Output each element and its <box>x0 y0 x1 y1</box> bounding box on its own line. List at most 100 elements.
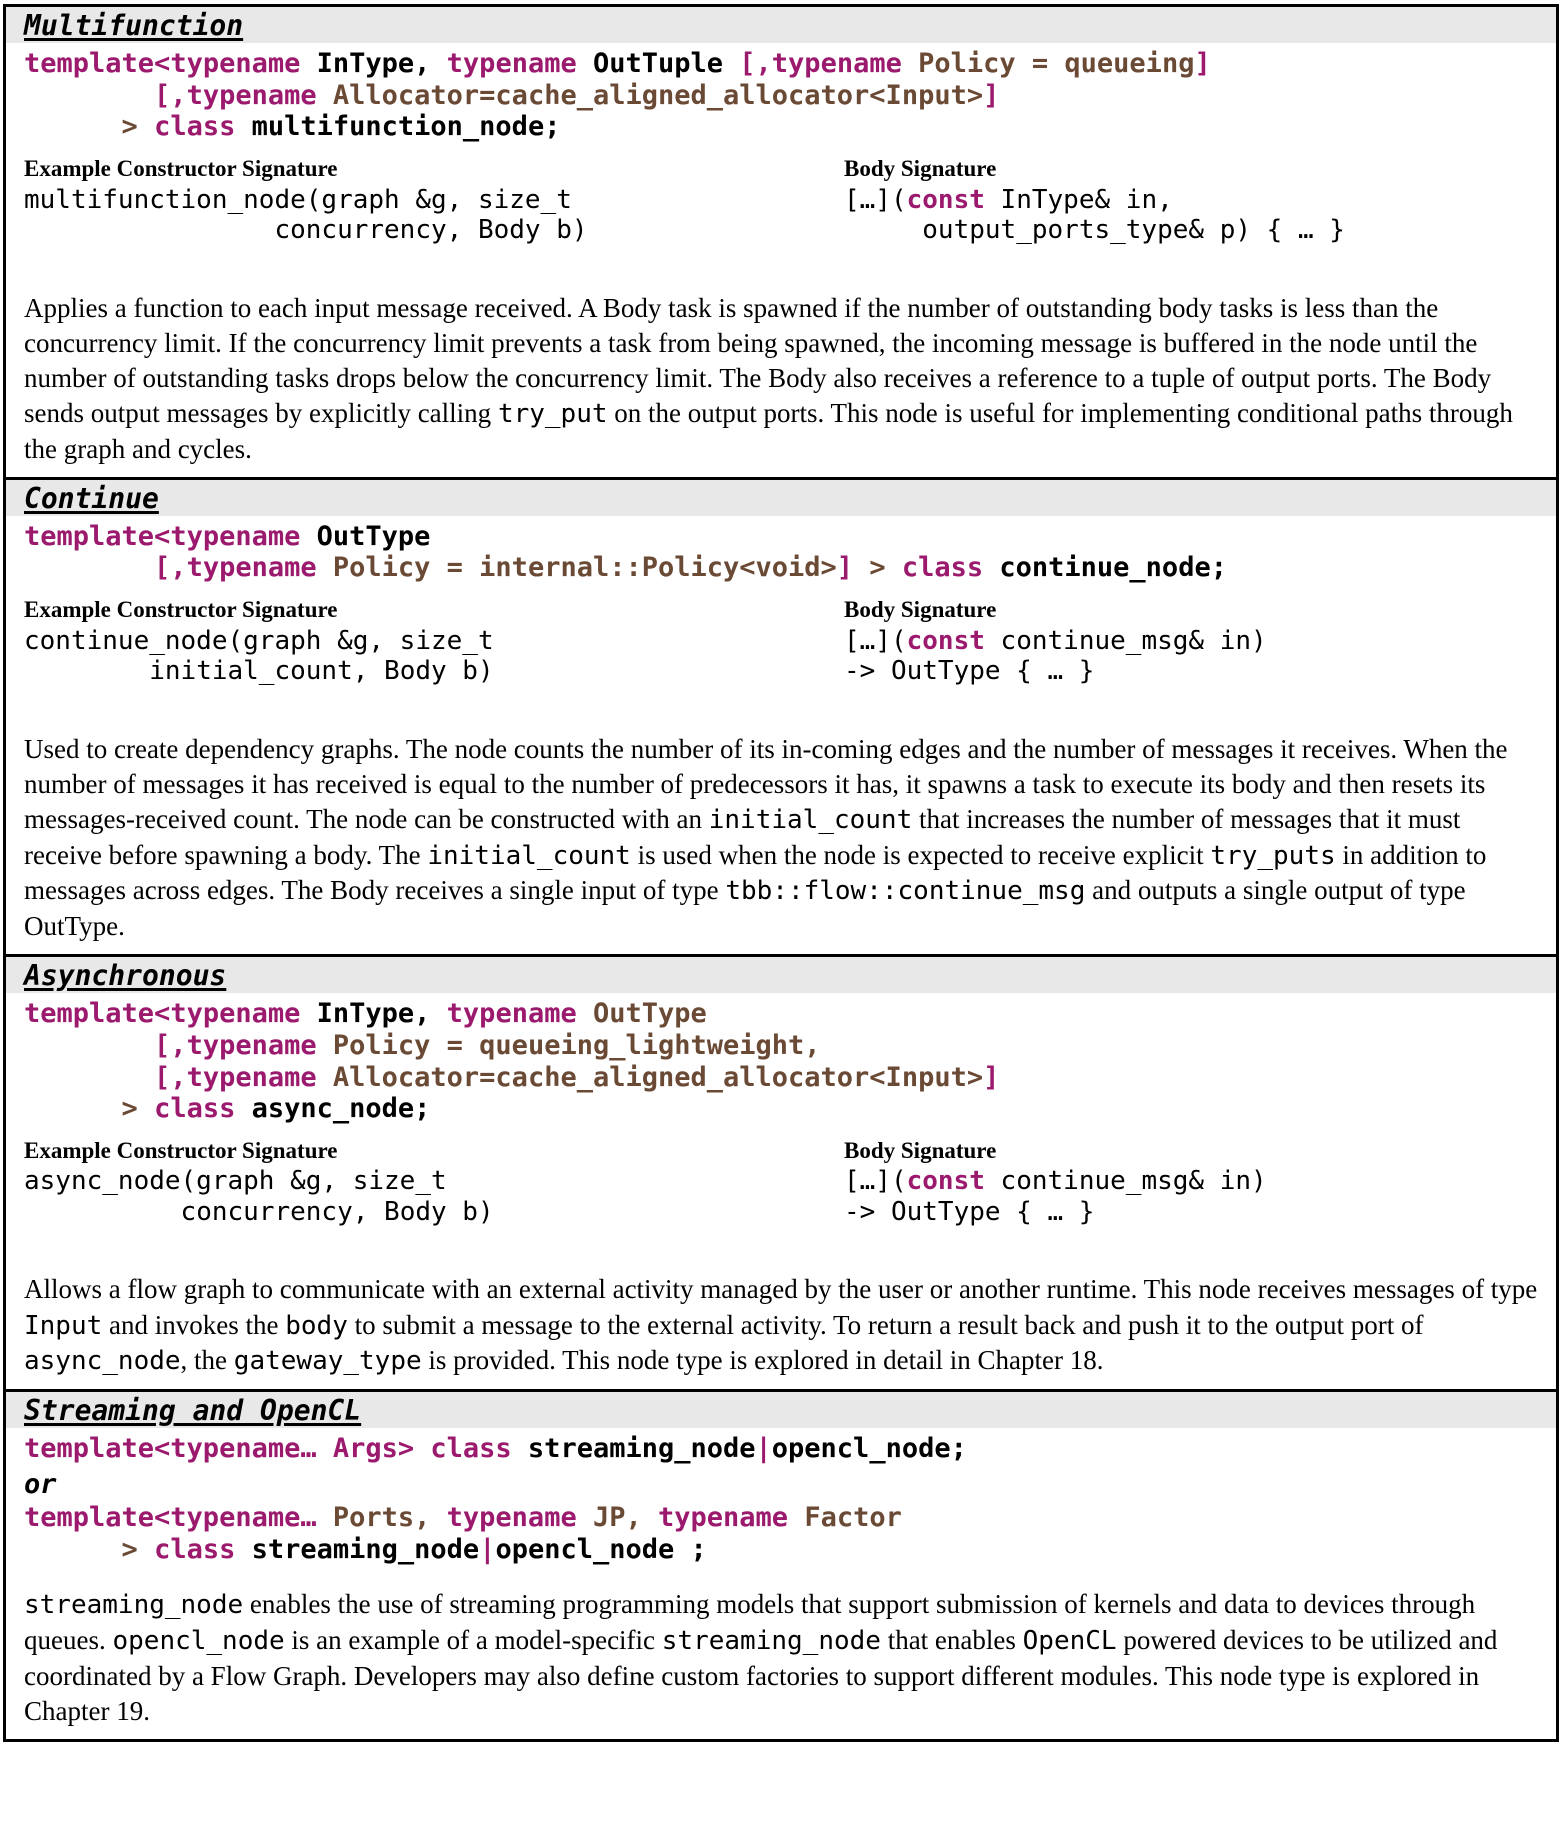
code-token: template<typename… Args> class <box>24 1433 512 1465</box>
code-token: ] <box>983 79 1000 111</box>
constructor-signature-code: continue_node(graph &g, size_t initial_c… <box>24 626 844 718</box>
or-separator: or <box>6 1469 1556 1501</box>
code-token: typename <box>658 1502 789 1534</box>
code-token: InType, <box>300 48 447 80</box>
code-token: typename <box>170 998 301 1030</box>
template-signature: template<typename… Args> class streaming… <box>6 1428 1556 1469</box>
body-signature-label: Body Signature <box>844 1137 997 1163</box>
constructor-signature-label: Example Constructor Signature <box>24 1137 338 1163</box>
code-token: output_ports_type& p) { … } <box>844 215 1345 246</box>
signature-row: Example Constructor Signature continue_n… <box>6 588 1556 720</box>
code-token: typename <box>170 48 301 80</box>
constructor-signature-column: Example Constructor Signature continue_n… <box>24 596 844 718</box>
code-token: typename <box>186 79 317 111</box>
code-token: template< <box>24 998 171 1030</box>
code-token: concurrency, Body b) <box>24 1197 494 1228</box>
inline-code: Input <box>24 1310 103 1341</box>
section-description: Used to create dependency graphs. The no… <box>6 720 1556 955</box>
code-token: > <box>24 111 155 143</box>
node-section-continue: Continue template<typename OutType [,type… <box>6 479 1556 958</box>
template-line: [,typename Allocator=cache_aligned_alloc… <box>24 80 1556 112</box>
section-description: Allows a flow graph to communicate with … <box>6 1260 1556 1389</box>
body-signature-column: Body Signature […](const continue_msg& i… <box>844 596 1544 718</box>
constructor-signature-column: Example Constructor Signature multifunct… <box>24 155 844 277</box>
code-token: JP <box>592 1502 626 1534</box>
section-title: Streaming and OpenCL <box>24 1394 362 1428</box>
code-token: continue_msg& in) <box>984 625 1267 656</box>
code-token: template< <box>24 48 171 80</box>
code-token: async_node; <box>235 1093 431 1125</box>
inline-code: try_puts <box>1210 840 1336 871</box>
reference-page: Multifunction template<typename InType, t… <box>0 0 1562 1743</box>
code-token: Ports <box>332 1502 415 1534</box>
inline-code: initial_count <box>427 840 631 871</box>
code-token: class <box>154 111 236 143</box>
code-token: typename <box>446 48 577 80</box>
code-token: InType& in, <box>984 184 1173 215</box>
code-token: continue_msg& in) <box>984 1166 1267 1197</box>
template-line: [,typename Allocator=cache_aligned_alloc… <box>24 1062 1556 1094</box>
template-line: > class async_node; <box>24 1093 1556 1125</box>
code-token: OutType <box>592 998 707 1030</box>
template-signature: template<typename InType, typename OutTy… <box>6 993 1556 1128</box>
code-token: streaming_node <box>235 1533 480 1565</box>
code-token: Policy = queueing <box>918 48 1195 80</box>
code-token: class <box>154 1093 236 1125</box>
template-alt-line: template<typename… Ports, typename JP, t… <box>24 1502 1556 1534</box>
body-line: […](const continue_msg& in) <box>844 1166 1544 1197</box>
section-header-multifunction: Multifunction <box>6 7 1556 44</box>
body-line: […](const InType& in, <box>844 185 1544 216</box>
prose-text: that enables <box>880 1625 1023 1656</box>
node-section-asynchronous: Asynchronous template<typename InType, ty… <box>6 957 1556 1393</box>
code-token: typename <box>186 1061 317 1093</box>
signature-row: Example Constructor Signature multifunct… <box>6 147 1556 279</box>
code-token: template< <box>24 520 171 552</box>
code-token: OutType <box>300 520 431 552</box>
section-title: Continue <box>24 481 159 515</box>
section-title: Asynchronous <box>24 959 227 993</box>
code-token: -> OutType { … } <box>844 656 1095 687</box>
prose-text: , the <box>180 1345 234 1376</box>
template-line: [,typename Policy = internal::Policy<voi… <box>24 552 1556 584</box>
template-line: [,typename Policy = queueing_lightweight… <box>24 1030 1556 1062</box>
body-signature-code: […](const continue_msg& in) -> OutType { … <box>844 1166 1544 1258</box>
prose-text: is an example of a model-specific <box>284 1625 662 1656</box>
prose-text: is provided. This node type is explored … <box>421 1345 1104 1376</box>
template-signature: template<typename InType, typename OutTu… <box>6 43 1556 147</box>
code-token: streaming_node <box>511 1433 756 1465</box>
node-section-multifunction: Multifunction template<typename InType, t… <box>6 7 1556 480</box>
code-token: concurrency, Body b) <box>24 215 588 246</box>
code-token: InType, <box>300 998 447 1030</box>
ctor-line: continue_node(graph &g, size_t <box>24 626 844 657</box>
prose-text: and invokes the <box>102 1309 286 1340</box>
code-token: Allocator=cache_aligned_allocator<Input> <box>332 79 984 111</box>
template-line: template<typename… Args> class streaming… <box>24 1433 1556 1465</box>
code-token: typename <box>186 1029 317 1061</box>
code-token: multifunction_node(graph &g, size_t <box>24 184 572 215</box>
code-token: , <box>414 1502 447 1534</box>
inline-code: gateway_type <box>233 1346 422 1377</box>
body-line: output_ports_type& p) { … } <box>844 215 1544 246</box>
node-section-streaming-opencl: Streaming and OpenCL template<typename… A… <box>6 1392 1556 1739</box>
code-token: async_node(graph &g, size_t <box>24 1166 447 1197</box>
code-token: Factor <box>804 1502 902 1534</box>
inline-code: initial_count <box>708 804 913 835</box>
inline-code: tbb::flow::continue_msg <box>725 876 1086 907</box>
code-token: Policy = queueing_lightweight, <box>332 1029 821 1061</box>
section-header-streaming-opencl: Streaming and OpenCL <box>6 1392 1556 1429</box>
constructor-signature-column: Example Constructor Signature async_node… <box>24 1137 844 1259</box>
body-signature-column: Body Signature […](const InType& in, out… <box>844 155 1544 277</box>
template-line: template<typename InType, typename OutTy… <box>24 998 1556 1030</box>
code-token: const <box>906 625 985 656</box>
section-header-asynchronous: Asynchronous <box>6 957 1556 994</box>
constructor-signature-code: multifunction_node(graph &g, size_t conc… <box>24 185 844 277</box>
code-token: initial_count, Body b) <box>24 656 494 687</box>
